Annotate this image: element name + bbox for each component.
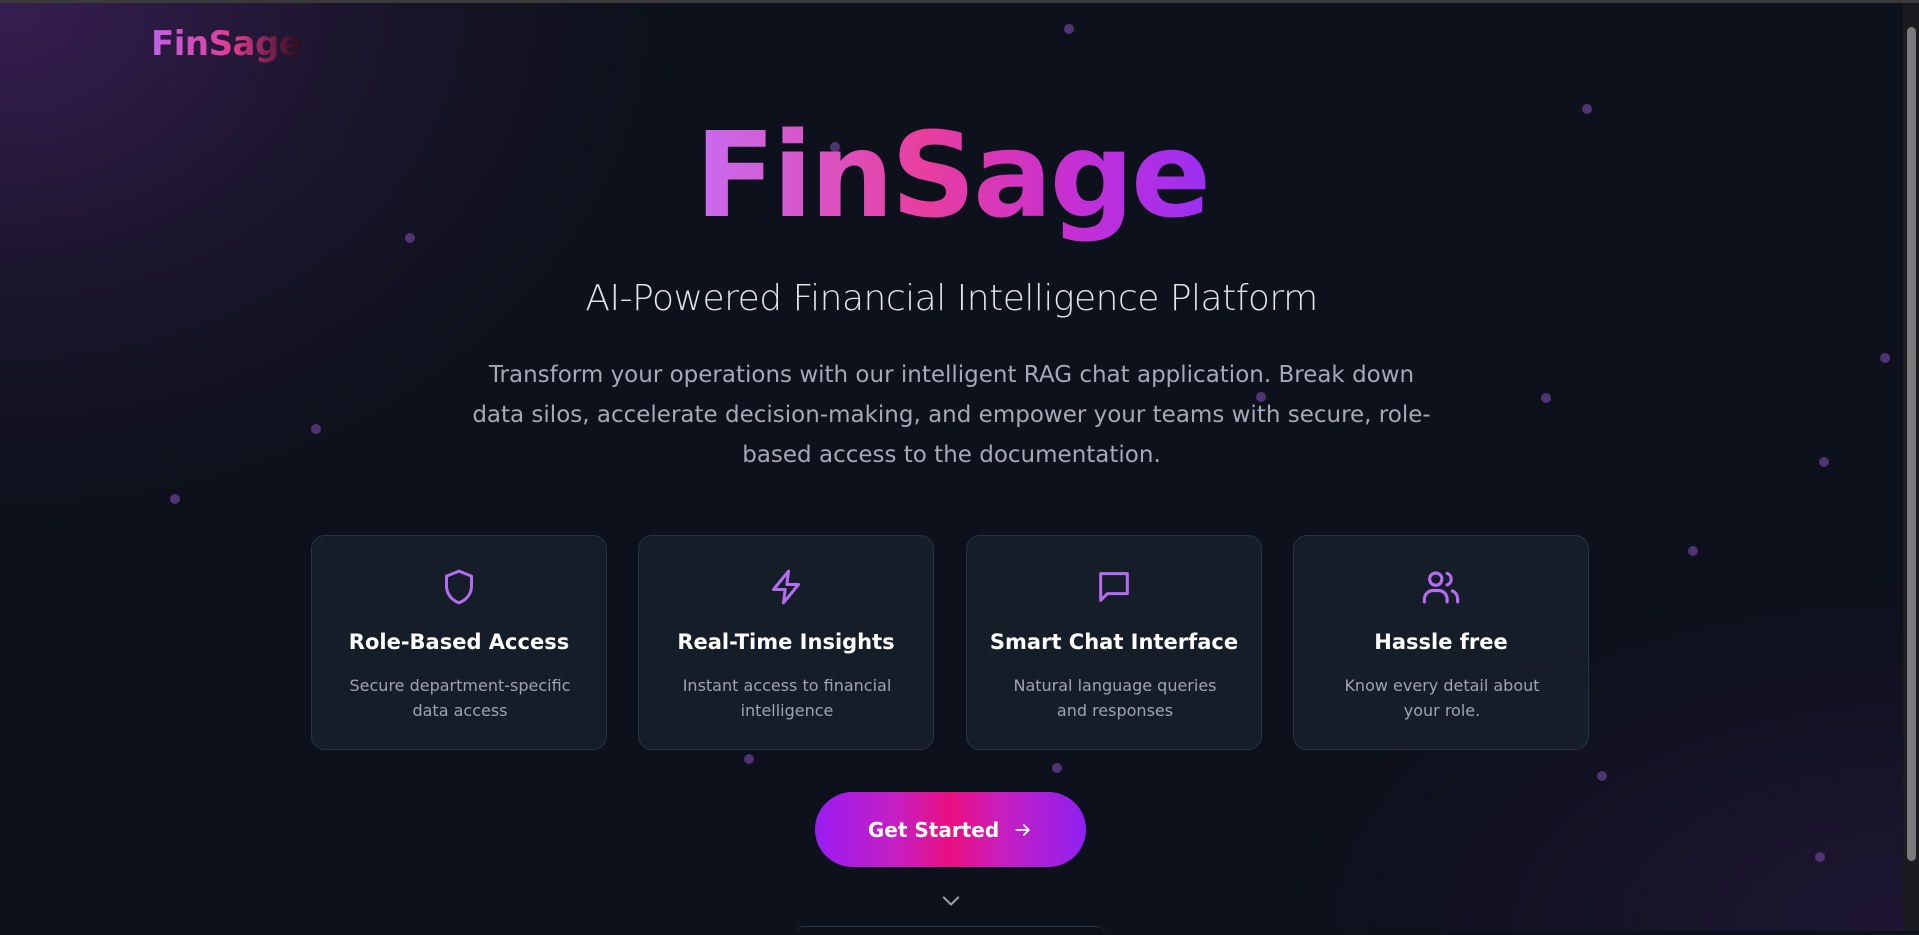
feature-title: Hassle free <box>1374 630 1508 654</box>
hero-description: Transform your operations with our intel… <box>472 362 1431 468</box>
feature-card-hassle-free: Hassle free Know every detail about your… <box>1293 535 1589 750</box>
get-started-button[interactable]: Get Started <box>815 792 1086 867</box>
feature-description: Instant access to financial intelligence <box>682 676 892 720</box>
feature-description: Know every detail about your role. <box>1344 676 1540 720</box>
scrollbar[interactable] <box>1903 3 1919 931</box>
users-icon <box>1294 566 1588 610</box>
shield-icon <box>312 566 606 610</box>
brand-logo[interactable]: FinSage <box>151 24 302 64</box>
arrow-right-icon <box>1013 820 1033 840</box>
hero-subtitle: AI-Powered Financial Intelligence Platfo… <box>585 278 1318 319</box>
hero-title-text: FinSage <box>694 106 1211 244</box>
window-top-border <box>0 0 1919 3</box>
lightning-icon <box>639 566 933 610</box>
feature-description: Natural language queries and responses <box>1013 676 1217 720</box>
feature-card-real-time-insights: Real-Time Insights Instant access to fin… <box>638 535 934 750</box>
feature-card-role-based-access: Role-Based Access Secure department-spec… <box>311 535 607 750</box>
feature-description: Secure department-specific data access <box>349 676 571 720</box>
feature-card-smart-chat-interface: Smart Chat Interface Natural language qu… <box>966 535 1262 750</box>
feature-title: Smart Chat Interface <box>989 630 1239 654</box>
get-started-label: Get Started <box>867 817 1000 842</box>
feature-title: Role-Based Access <box>348 630 570 654</box>
scrollbar-thumb[interactable] <box>1907 27 1916 861</box>
chat-bubble-icon <box>967 566 1261 610</box>
chevron-down-icon[interactable] <box>940 892 962 914</box>
feature-title: Real-Time Insights <box>677 630 895 654</box>
hero-title: FinSage <box>0 105 1903 245</box>
